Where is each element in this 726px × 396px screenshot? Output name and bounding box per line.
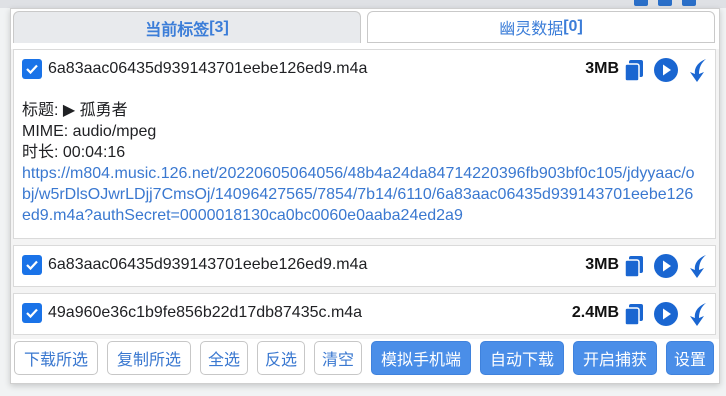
- item-filename: 6a83aac06435d939143701eebe126ed9.m4a: [48, 256, 368, 273]
- detail-title-value: ▶ 孤勇者: [62, 102, 128, 119]
- copy-icon[interactable]: [621, 301, 647, 327]
- tab-ghost-label: 幽灵数据: [499, 21, 564, 38]
- browser-toolbar-strip: [0, 0, 726, 8]
- mobile-emulation-button[interactable]: 模拟手机端: [371, 341, 471, 375]
- item-filename: 49a960e36c1b9fe856b22d17db87435c.m4a: [48, 304, 363, 321]
- detail-url-link[interactable]: https://m804.music.126.net/2022060506405…: [22, 163, 702, 226]
- item-checkbox[interactable]: [22, 255, 42, 275]
- download-selected-button[interactable]: 下载所选: [14, 341, 98, 375]
- detail-duration-label: 时长:: [22, 144, 59, 161]
- toolbar-icons: [634, 0, 696, 6]
- select-all-button[interactable]: 全选: [200, 341, 248, 375]
- extension-icon[interactable]: [682, 0, 696, 6]
- item-header[interactable]: 6a83aac06435d939143701eebe126ed9.m4a 3MB: [14, 50, 715, 90]
- play-icon[interactable]: [653, 301, 679, 327]
- item-checkbox[interactable]: [22, 59, 42, 79]
- play-icon[interactable]: [653, 253, 679, 279]
- detail-mime-row: MIME: audio/mpeg: [22, 121, 702, 142]
- extension-icon[interactable]: [634, 0, 648, 6]
- detail-duration-row: 时长: 00:04:16: [22, 142, 702, 163]
- download-icon[interactable]: [685, 57, 711, 83]
- invert-selection-button[interactable]: 反选: [257, 341, 305, 375]
- detail-title-label: 标题:: [22, 102, 59, 119]
- play-icon[interactable]: [653, 57, 679, 83]
- list-item[interactable]: 6a83aac06435d939143701eebe126ed9.m4a 3MB…: [13, 49, 716, 239]
- copy-icon[interactable]: [621, 253, 647, 279]
- tab-bar: 当前标签 [3] 幽灵数据 [0]: [11, 9, 719, 47]
- copy-icon[interactable]: [621, 57, 647, 83]
- tab-current-label: 当前标签: [145, 21, 210, 39]
- item-size: 2.4MB: [571, 304, 619, 321]
- tab-current[interactable]: 当前标签 [3]: [13, 11, 361, 43]
- tab-current-count: [3]: [209, 18, 229, 36]
- item-size: 3MB: [585, 256, 619, 273]
- start-capture-button[interactable]: 开启捕获: [573, 341, 657, 375]
- item-filename: 6a83aac06435d939143701eebe126ed9.m4a: [48, 60, 368, 77]
- item-header[interactable]: 6a83aac06435d939143701eebe126ed9.m4a 3MB: [14, 246, 715, 286]
- item-checkbox[interactable]: [22, 303, 42, 323]
- item-details: 标题: ▶ 孤勇者 MIME: audio/mpeg 时长: 00:04:16 …: [22, 100, 702, 226]
- tab-ghost-count: [0]: [563, 18, 583, 35]
- copy-selected-button[interactable]: 复制所选: [107, 341, 191, 375]
- extension-popup: 当前标签 [3] 幽灵数据 [0] 6a83aac06435d939143701ee…: [10, 8, 720, 384]
- tab-ghost-data[interactable]: 幽灵数据 [0]: [367, 11, 715, 43]
- list-item[interactable]: 6a83aac06435d939143701eebe126ed9.m4a 3MB: [13, 245, 716, 287]
- detail-mime-label: MIME:: [22, 123, 69, 140]
- detail-duration-value: 00:04:16: [62, 144, 126, 161]
- list-item[interactable]: 49a960e36c1b9fe856b22d17db87435c.m4a 2.4…: [13, 293, 716, 335]
- item-header[interactable]: 49a960e36c1b9fe856b22d17db87435c.m4a 2.4…: [14, 294, 715, 334]
- detail-title-row: 标题: ▶ 孤勇者: [22, 100, 702, 121]
- auto-download-button[interactable]: 自动下载: [480, 341, 564, 375]
- media-list: 6a83aac06435d939143701eebe126ed9.m4a 3MB…: [11, 49, 719, 339]
- settings-button[interactable]: 设置: [666, 341, 714, 375]
- extension-icon[interactable]: [658, 0, 672, 6]
- action-bar: 下载所选 复制所选 全选 反选 清空 模拟手机端 自动下载 开启捕获 设置: [11, 341, 719, 383]
- download-icon[interactable]: [685, 301, 711, 327]
- clear-button[interactable]: 清空: [314, 341, 362, 375]
- detail-mime-value: audio/mpeg: [72, 123, 157, 140]
- item-size: 3MB: [585, 60, 619, 77]
- download-icon[interactable]: [685, 253, 711, 279]
